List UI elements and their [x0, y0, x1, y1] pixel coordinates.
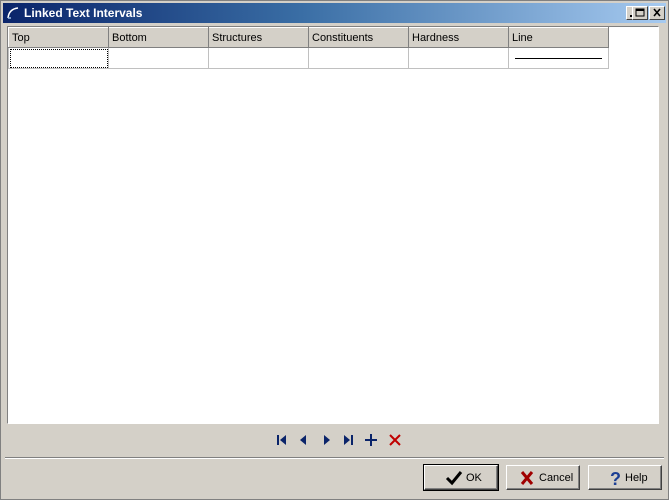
next-record-icon[interactable] — [319, 431, 335, 449]
close-button[interactable] — [649, 6, 665, 20]
column-header-top[interactable]: Top — [8, 27, 109, 48]
cancel-button[interactable]: Cancel — [506, 465, 580, 490]
close-icon — [653, 8, 661, 17]
intervals-table: Top Bottom Structures Constituents Hardn… — [8, 27, 609, 69]
cancel-label: Cancel — [539, 472, 574, 484]
last-record-icon[interactable] — [341, 431, 357, 449]
column-header-structures[interactable]: Structures — [208, 27, 309, 48]
checkmark-icon — [445, 471, 463, 486]
intervals-grid[interactable]: Top Bottom Structures Constituents Hardn… — [7, 26, 659, 424]
column-header-line[interactable]: Line — [508, 27, 609, 48]
cell-constituents[interactable] — [308, 47, 409, 69]
question-mark-icon: ? — [610, 470, 621, 487]
cell-hardness[interactable] — [408, 47, 509, 69]
title-bar[interactable]: Linked Text Intervals — [3, 3, 666, 23]
maximize-button[interactable] — [632, 6, 648, 20]
column-header-hardness[interactable]: Hardness — [408, 27, 509, 48]
dialog-window: Linked Text Intervals Top Bottom Structu… — [0, 0, 669, 500]
window-title: Linked Text Intervals — [24, 6, 143, 20]
footer-separator — [5, 457, 664, 459]
app-icon — [7, 7, 19, 19]
cell-structures[interactable] — [208, 47, 309, 69]
table-row[interactable] — [8, 47, 609, 69]
help-label: Help — [625, 472, 648, 484]
cell-top[interactable] — [8, 47, 109, 69]
cell-bottom[interactable] — [108, 47, 209, 69]
cell-line[interactable] — [508, 47, 609, 69]
delete-record-icon[interactable] — [387, 431, 403, 449]
header-row: Top Bottom Structures Constituents Hardn… — [8, 27, 609, 48]
prior-record-icon[interactable] — [295, 431, 311, 449]
cancel-x-icon — [520, 471, 534, 485]
column-header-constituents[interactable]: Constituents — [308, 27, 409, 48]
ok-button[interactable]: OK — [423, 464, 499, 491]
svg-text:?: ? — [610, 470, 621, 487]
insert-record-icon[interactable] — [363, 431, 379, 449]
column-header-bottom[interactable]: Bottom — [108, 27, 209, 48]
first-record-icon[interactable] — [273, 431, 289, 449]
line-style-sample — [515, 57, 602, 59]
ok-label: OK — [466, 472, 482, 484]
help-button[interactable]: ? Help — [588, 465, 662, 490]
maximize-icon — [635, 8, 645, 17]
